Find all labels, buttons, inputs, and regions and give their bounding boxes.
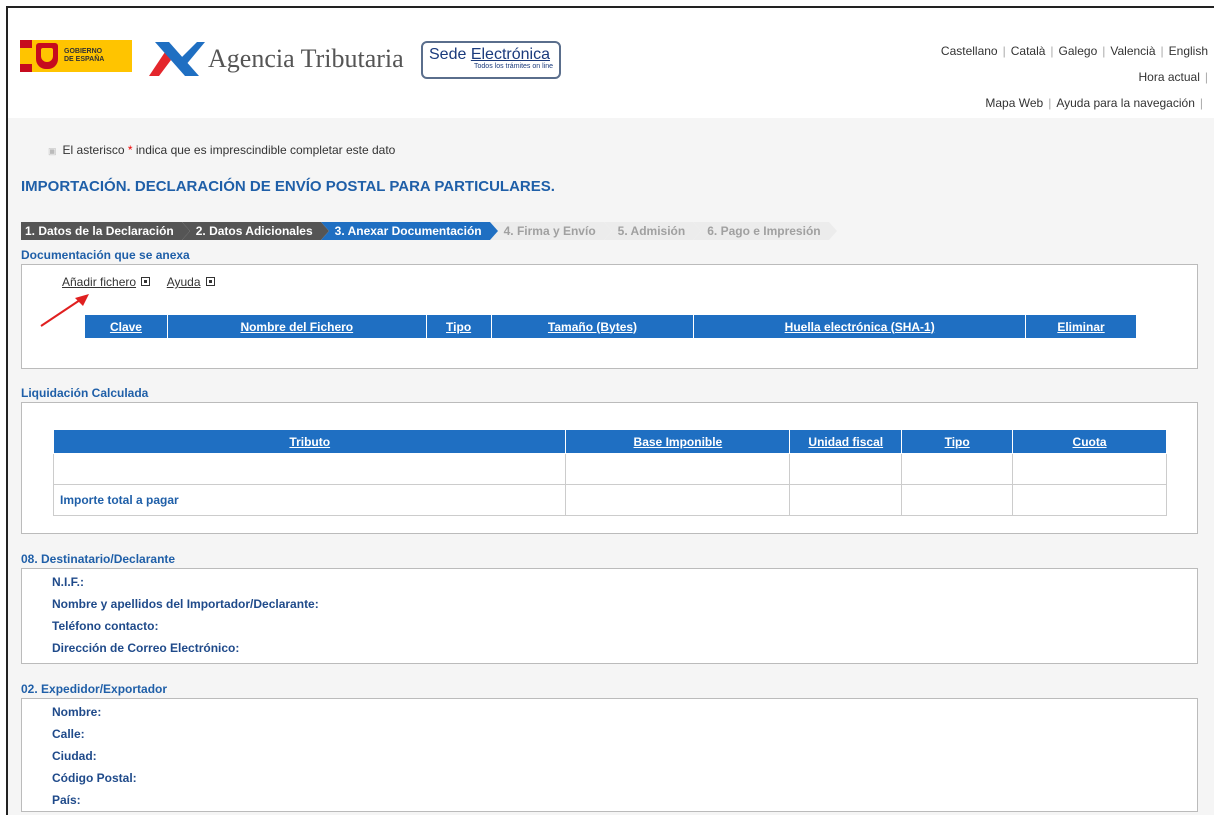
lang-valencia[interactable]: Valencià (1110, 44, 1155, 58)
col-unidad-fiscal[interactable]: Unidad fiscal (789, 429, 903, 454)
calle-label: Calle: (52, 727, 85, 741)
expedidor-title: 02. Expedidor/Exportador (21, 682, 168, 696)
agencia-tributaria-logo-icon[interactable] (147, 38, 205, 78)
nombre-importador-label: Nombre y apellidos del Importador/Declar… (52, 597, 319, 611)
documentacion-box: Añadir fichero Ayuda Clave Nombre del Fi… (21, 264, 1198, 369)
spain-flag-icon (20, 40, 32, 72)
required-note: ▣ El asterisco * indica que es imprescind… (48, 143, 396, 157)
codigo-postal-label: Código Postal: (52, 771, 137, 785)
col-eliminar[interactable]: Eliminar (1025, 314, 1137, 339)
bullet-icon: ▣ (48, 146, 57, 156)
language-selector: Castellano | Català | Galego | Valencià | Englis… (940, 44, 1208, 58)
col-base-imponible[interactable]: Base Imponible (565, 429, 791, 454)
col-tipo[interactable]: Tipo (425, 314, 492, 339)
step-datos-declaracion[interactable]: 1. Datos de la Declaración (21, 222, 190, 240)
utility-nav: Mapa Web | Ayuda para la navegación | (985, 96, 1203, 110)
telefono-label: Teléfono contacto: (52, 619, 159, 633)
col-cuota[interactable]: Cuota (1012, 429, 1167, 454)
sede-title-prefix: Sede (429, 46, 471, 63)
lang-catala[interactable]: Català (1011, 44, 1046, 58)
gob-text-line-1: GOBIERNO (64, 48, 103, 55)
ayuda-navegacion-link[interactable]: Ayuda para la navegación (1056, 96, 1195, 110)
pais-label: País: (52, 793, 81, 807)
site-header: GOBIERNO DE ESPAÑA Agencia Tributaria Se… (8, 8, 1214, 118)
liquidacion-box: Tributo Base Imponible Unidad fiscal Tip… (21, 402, 1198, 534)
col-nombre-fichero[interactable]: Nombre del Fichero (166, 314, 427, 339)
email-label: Dirección de Correo Electrónico: (52, 641, 240, 655)
mapa-web-link[interactable]: Mapa Web (985, 96, 1043, 110)
wizard-steps: 1. Datos de la Declaración 2. Datos Adic… (21, 222, 837, 240)
agency-name[interactable]: Agencia Tributaria (208, 44, 404, 74)
lang-english[interactable]: English (1169, 44, 1208, 58)
expedidor-box: Nombre: Calle: Ciudad: Código Postal: Pa… (21, 698, 1198, 812)
hora-actual: Hora actual | (1138, 70, 1209, 84)
table-row (52, 453, 1167, 485)
liquidacion-table: Tributo Base Imponible Unidad fiscal Tip… (52, 429, 1167, 516)
external-link-icon (141, 277, 151, 286)
step-anexar-documentacion[interactable]: 3. Anexar Documentación (320, 222, 498, 240)
total-row: Importe total a pagar (52, 484, 1167, 516)
page-title: IMPORTACIÓN. DECLARACIÓN DE ENVÍO POSTAL… (21, 178, 555, 195)
col-tributo[interactable]: Tributo (52, 429, 567, 454)
step-pago-impresion: 6. Pago e Impresión (693, 222, 837, 240)
lang-galego[interactable]: Galego (1059, 44, 1098, 58)
destinatario-box: N.I.F.: Nombre y apellidos del Importado… (21, 568, 1198, 664)
sede-subtitle: Todos los trámites on line (474, 63, 553, 70)
total-label: Importe total a pagar (52, 484, 567, 516)
add-file-link[interactable]: Añadir fichero (62, 275, 151, 289)
ciudad-label: Ciudad: (52, 749, 97, 763)
step-firma-envio: 4. Firma y Envío (489, 222, 612, 240)
nif-label: N.I.F.: (52, 575, 84, 589)
sede-electronica-logo[interactable]: Sede Electrónica Todos los trámites on l… (421, 41, 561, 79)
hora-actual-label: Hora actual (1138, 70, 1200, 84)
browser-frame: GOBIERNO DE ESPAÑA Agencia Tributaria Se… (6, 6, 1214, 815)
lang-castellano[interactable]: Castellano (941, 44, 998, 58)
help-link[interactable]: Ayuda (167, 275, 215, 289)
external-link-icon (205, 277, 215, 286)
destinatario-title: 08. Destinatario/Declarante (21, 552, 176, 566)
gob-text-line-2: DE ESPAÑA (64, 56, 105, 63)
gobierno-espana-logo[interactable]: GOBIERNO DE ESPAÑA (20, 40, 132, 72)
documents-table: Clave Nombre del Fichero Tipo Tamaño (By… (84, 314, 1137, 339)
documentacion-title: Documentación que se anexa (21, 248, 190, 262)
liquidacion-title: Liquidación Calculada (21, 386, 149, 400)
step-datos-adicionales[interactable]: 2. Datos Adicionales (181, 222, 329, 240)
col-clave[interactable]: Clave (84, 314, 168, 339)
nombre-label: Nombre: (52, 705, 102, 719)
coat-of-arms-icon (36, 43, 58, 69)
col-huella[interactable]: Huella electrónica (SHA-1) (693, 314, 1027, 339)
sede-title-link: Electrónica (470, 46, 550, 63)
main-content: ▣ El asterisco * indica que es imprescind… (8, 118, 1214, 815)
step-admision: 5. Admisión (603, 222, 702, 240)
col-tipo[interactable]: Tipo (901, 429, 1014, 454)
col-tamano[interactable]: Tamaño (Bytes) (490, 314, 695, 339)
